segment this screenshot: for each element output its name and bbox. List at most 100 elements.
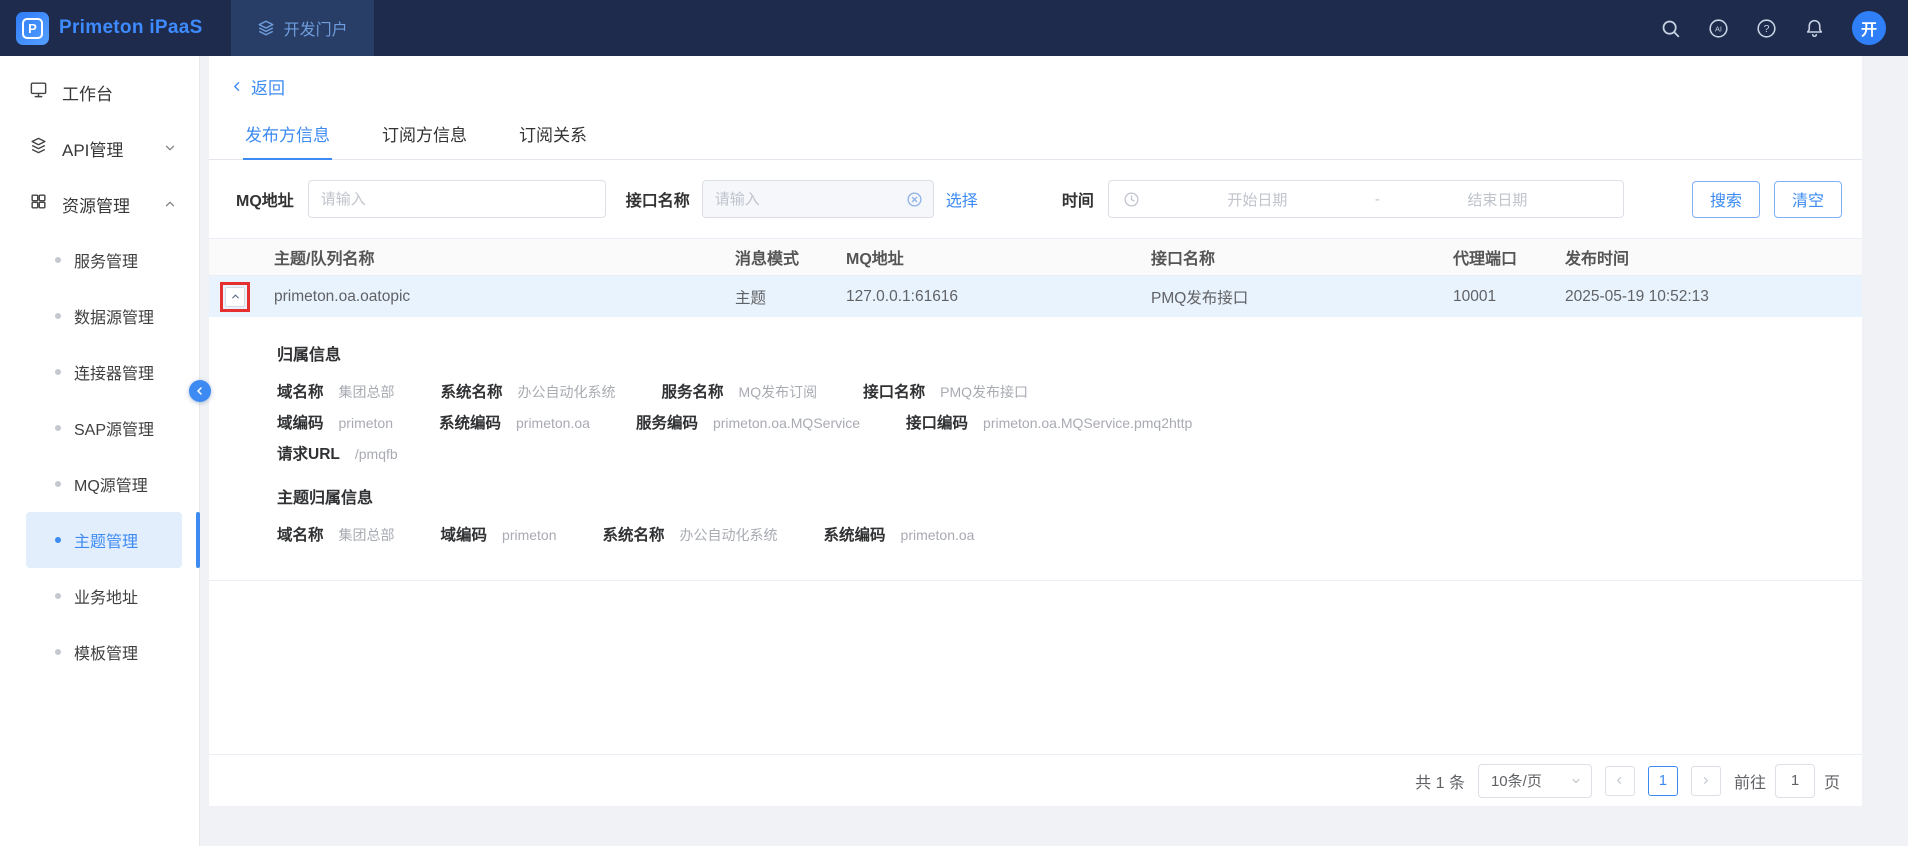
top-header: P Primeton iPaaS 开发门户 AI ? 开 — [0, 0, 1908, 56]
cell-message-mode: 主题 — [722, 276, 833, 317]
app-root: P Primeton iPaaS 开发门户 AI ? 开 — [0, 0, 1908, 846]
sidebar-item-datasource-management[interactable]: 数据源管理 — [26, 288, 182, 344]
api-icon — [29, 136, 48, 160]
mq-address-label: MQ地址 — [236, 187, 294, 211]
cell-proxy-port: 10001 — [1440, 276, 1552, 317]
sidebar-item-topic-management[interactable]: 主题管理 — [26, 512, 182, 568]
tab-publisher-info[interactable]: 发布方信息 — [243, 109, 332, 159]
resource-icon — [29, 192, 48, 216]
search-icon[interactable] — [1660, 18, 1681, 39]
total-count-label: 共 1 条 — [1415, 769, 1465, 793]
api-name-input-wrap — [702, 180, 934, 218]
layers-icon — [257, 19, 275, 37]
start-date-placeholder[interactable]: 开始日期 — [1146, 189, 1369, 210]
tab-subscription-relation[interactable]: 订阅关系 — [517, 109, 589, 159]
page-suffix-label: 页 — [1824, 769, 1840, 793]
bullet-dot-icon — [55, 313, 61, 319]
next-page-button[interactable] — [1691, 766, 1721, 796]
bullet-dot-icon — [55, 649, 61, 655]
sidebar-item-template-management[interactable]: 模板管理 — [26, 624, 182, 680]
body-row: 工作台 API管理 资源管理 — [0, 56, 1908, 846]
sidebar-item-service-management[interactable]: 服务管理 — [26, 232, 182, 288]
goto-page-group: 前往 页 — [1734, 764, 1840, 798]
expand-cell — [209, 276, 261, 317]
brand-title: Primeton iPaaS — [59, 17, 203, 39]
date-range-picker[interactable]: 开始日期 - 结束日期 — [1108, 180, 1624, 218]
range-separator: - — [1375, 191, 1380, 208]
api-name-label: 接口名称 — [626, 187, 690, 211]
portal-tab-label: 开发门户 — [284, 16, 348, 40]
owner-info-title: 归属信息 — [277, 341, 1822, 365]
mq-address-input[interactable] — [321, 191, 595, 208]
sidebar-item-business-address[interactable]: 业务地址 — [26, 568, 182, 624]
cell-mq-address: 127.0.0.1:61616 — [833, 276, 1138, 317]
sidebar-item-mq-source-management[interactable]: MQ源管理 — [26, 456, 182, 512]
primeton-logo-icon: P — [16, 12, 49, 45]
chevron-up-icon — [230, 291, 241, 302]
collapse-row-toggle[interactable] — [225, 287, 245, 307]
chevron-left-icon — [231, 80, 244, 93]
detail-row: 域名称集团总部 域编码primeton 系统名称办公自动化系统 系统编码prim… — [277, 523, 1822, 545]
clear-button[interactable]: 清空 — [1774, 181, 1842, 218]
goto-label: 前往 — [1734, 769, 1766, 793]
cell-api-name: PMQ发布接口 — [1138, 276, 1440, 317]
sidebar-item-connector-management[interactable]: 连接器管理 — [26, 344, 182, 400]
page-size-select[interactable]: 10条/页 — [1478, 764, 1592, 798]
prev-page-button[interactable] — [1605, 766, 1635, 796]
chevron-down-icon — [163, 141, 177, 155]
chevron-right-icon — [1700, 775, 1711, 786]
mq-address-input-wrap — [308, 180, 606, 218]
filter-bar: MQ地址 接口名称 选择 时间 — [209, 160, 1862, 218]
clock-icon — [1123, 191, 1140, 208]
table-row[interactable]: primeton.oa.oatopic 主题 127.0.0.1:61616 P… — [209, 276, 1862, 317]
detail-row: 域名称集团总部 系统名称办公自动化系统 服务名称MQ发布订阅 接口名称PMQ发布… — [277, 380, 1822, 402]
end-date-placeholder[interactable]: 结束日期 — [1386, 189, 1609, 210]
detail-row: 域编码primeton 系统编码primeton.oa 服务编码primeton… — [277, 411, 1822, 433]
page-number-button[interactable]: 1 — [1648, 766, 1678, 796]
publisher-table: 主题/队列名称 消息模式 MQ地址 接口名称 代理端口 发布时间 — [209, 238, 1862, 581]
chevron-left-icon — [194, 385, 206, 397]
sidebar-item-resource-management[interactable]: 资源管理 — [0, 176, 199, 232]
sidebar-collapse-handle[interactable] — [189, 380, 211, 402]
time-label: 时间 — [1062, 187, 1094, 211]
main-area: 返回 发布方信息 订阅方信息 订阅关系 MQ地址 接口名称 — [200, 56, 1908, 846]
tab-subscriber-info[interactable]: 订阅方信息 — [380, 109, 469, 159]
back-link[interactable]: 返回 — [231, 74, 285, 99]
notification-bell-icon[interactable] — [1804, 18, 1825, 39]
circle-close-icon[interactable] — [906, 191, 923, 208]
content-panel: 返回 发布方信息 订阅方信息 订阅关系 MQ地址 接口名称 — [209, 56, 1862, 806]
bullet-dot-icon — [55, 537, 61, 543]
api-name-input[interactable] — [715, 191, 900, 208]
help-icon[interactable]: ? — [1756, 18, 1777, 39]
bullet-dot-icon — [55, 257, 61, 263]
bullet-dot-icon — [55, 425, 61, 431]
cell-publish-time: 2025-05-19 10:52:13 — [1552, 276, 1862, 317]
user-avatar[interactable]: 开 — [1852, 11, 1886, 45]
annotation-highlight — [220, 282, 250, 312]
nav-portal-tab[interactable]: 开发门户 — [231, 0, 374, 56]
bullet-dot-icon — [55, 593, 61, 599]
chevron-down-icon — [1570, 775, 1582, 787]
topic-owner-info-title: 主题归属信息 — [277, 484, 1822, 508]
select-api-link[interactable]: 选择 — [946, 187, 978, 211]
bullet-dot-icon — [55, 481, 61, 487]
chevron-left-icon — [1614, 775, 1625, 786]
active-indicator-bar — [196, 512, 200, 568]
svg-text:AI: AI — [1715, 24, 1722, 33]
workbench-icon — [29, 80, 48, 104]
sidebar-item-workbench[interactable]: 工作台 — [0, 64, 199, 120]
detail-row: 请求URL/pmqfb — [277, 442, 1822, 464]
header-actions: AI ? 开 — [1660, 11, 1908, 45]
ai-assistant-icon[interactable]: AI — [1708, 18, 1729, 39]
tab-bar: 发布方信息 订阅方信息 订阅关系 — [209, 109, 1862, 160]
pagination-bar: 共 1 条 10条/页 1 — [209, 754, 1862, 806]
cell-topic-name: primeton.oa.oatopic — [261, 276, 722, 317]
chevron-up-icon — [163, 197, 177, 211]
expand-column-header — [209, 239, 261, 275]
sidebar-item-sap-source-management[interactable]: SAP源管理 — [26, 400, 182, 456]
sidebar-item-api-management[interactable]: API管理 — [0, 120, 199, 176]
row-expanded-detail: 归属信息 域名称集团总部 系统名称办公自动化系统 服务名称MQ发布订阅 接口名称… — [209, 317, 1862, 581]
goto-page-input[interactable] — [1775, 764, 1815, 798]
svg-text:?: ? — [1764, 23, 1770, 35]
search-button[interactable]: 搜索 — [1692, 181, 1760, 218]
